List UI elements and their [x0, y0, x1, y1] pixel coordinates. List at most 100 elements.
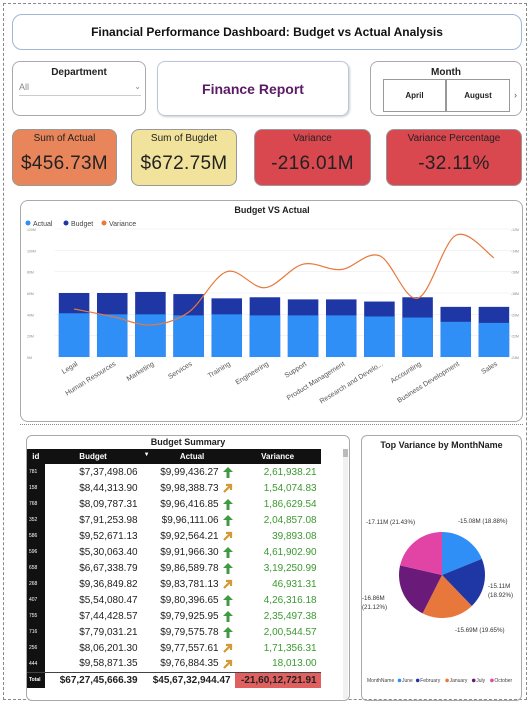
arrow-up-icon: [222, 595, 233, 609]
department-label: Department: [51, 67, 107, 78]
cell-actual: $9,96,111.06: [142, 512, 235, 528]
finance-report-button[interactable]: Finance Report: [157, 61, 349, 116]
table-row[interactable]: 444 $9,58,871.35 $9,76,884.35 18,013.00: [27, 656, 321, 672]
bar-actual[interactable]: [287, 315, 319, 357]
pie-legend-label[interactable]: July: [476, 678, 485, 684]
table-row[interactable]: 158 $8,44,313.90 $9,98,388.73 1,54,074.83: [27, 480, 321, 496]
cell-actual-value: $9,83,781.13: [160, 578, 219, 590]
cell-variance: 2,35,497.38: [263, 610, 317, 622]
bar-actual[interactable]: [364, 316, 395, 357]
month-option-april[interactable]: April: [383, 79, 446, 112]
bar-actual[interactable]: [478, 322, 510, 357]
chart-title: Budget VS Actual: [234, 205, 309, 215]
cell-budget: $5,30,063.40: [79, 546, 138, 558]
budget-summary-title: Budget Summary: [150, 437, 226, 447]
bar-actual[interactable]: [173, 315, 204, 357]
x-tick-label: Engineering: [235, 361, 270, 387]
cell-actual: $9,79,925.95: [142, 608, 235, 624]
cell-id: 658: [27, 560, 45, 576]
cell-budget: $7,91,253.98: [79, 514, 138, 526]
cell-actual-value: $9,91,966.30: [160, 546, 219, 558]
budget-vs-actual-chart: Budget VS Actual Actual Budget Variance 0M 20…: [20, 200, 523, 422]
arrow-up-icon: [222, 611, 233, 625]
cell-actual: $9,99,436.27: [142, 464, 235, 480]
legend-label[interactable]: Variance: [109, 221, 136, 228]
cell-budget: $7,44,428.57: [79, 610, 138, 622]
table-row[interactable]: 755 $7,44,428.57 $9,79,925.95 2,35,497.38: [27, 608, 321, 624]
col-header-id[interactable]: id: [27, 449, 45, 464]
arrow-up-icon: [222, 499, 233, 513]
cell-variance: 1,54,074.83: [263, 482, 317, 494]
sort-desc-icon: ▼: [143, 452, 150, 458]
arrow-up-right-icon: [222, 531, 233, 544]
y-tick-label: 60M: [27, 292, 34, 296]
bar-actual[interactable]: [249, 315, 281, 357]
pie-legend-title: MonthName: [367, 678, 394, 684]
cell-id: 716: [27, 624, 45, 640]
arrow-up-icon: [222, 515, 233, 529]
cell-actual-value: $9,96,111.06: [161, 514, 219, 526]
cell-actual-value: $9,98,388.73: [160, 482, 219, 494]
bar-actual[interactable]: [58, 313, 90, 357]
month-slicer[interactable]: Month April August ›: [370, 61, 522, 116]
bar-actual[interactable]: [211, 314, 243, 357]
table-row[interactable]: 407 $5,54,080.47 $9,80,396.65 4,26,316.18: [27, 592, 321, 608]
x-tick-label: Services: [167, 360, 194, 380]
scrollbar-thumb[interactable]: [343, 449, 348, 457]
col-header-budget[interactable]: Budget: [44, 449, 142, 464]
legend-marker: [63, 220, 69, 226]
pie-legend-marker: [471, 678, 476, 683]
scrollbar[interactable]: [343, 449, 348, 699]
bar-actual[interactable]: [96, 314, 128, 357]
pie-legend-label[interactable]: February: [420, 678, 441, 684]
y2-tick-label: -24M: [511, 356, 519, 360]
y-tick-label: 80M: [27, 271, 34, 275]
cell-actual: $9,86,589.78: [142, 560, 235, 576]
col-header-actual-label: Actual: [179, 452, 205, 461]
department-slicer[interactable]: Department All ⌄: [12, 61, 146, 116]
cell-budget: $8,06,201.30: [79, 642, 138, 654]
kpi-card: Variance Percentage -32.11%: [386, 129, 522, 186]
bar-actual[interactable]: [325, 315, 357, 357]
y-tick-label: 20M: [27, 335, 34, 339]
pie-title: Top Variance by MonthName: [380, 440, 503, 450]
cell-id: 158: [27, 480, 45, 496]
table-row[interactable]: 596 $5,30,063.40 $9,91,966.30 4,61,902.90: [27, 544, 321, 560]
x-tick-label: Accounting: [390, 361, 423, 385]
pie-data-label: -16.86M: [362, 595, 385, 602]
col-header-variance[interactable]: Variance: [234, 449, 321, 464]
cell-actual-value: $9,92,564.21: [160, 530, 219, 542]
legend-marker: [25, 220, 31, 226]
pie-legend-label[interactable]: June: [402, 678, 413, 684]
kpi-card: Sum of Actual $456.73M: [12, 129, 117, 186]
table-row[interactable]: 658 $6,67,338.79 $9,86,589.78 3,19,250.99: [27, 560, 321, 576]
table-row[interactable]: 352 $7,91,253.98 $9,96,111.06 2,04,857.08: [27, 512, 321, 528]
kpi-value: -32.11%: [418, 153, 490, 174]
table-row[interactable]: 586 $9,52,671.13 $9,92,564.21 39,893.08: [27, 528, 321, 544]
col-header-actual[interactable]: ▼ Actual: [141, 449, 235, 464]
cell-id: 586: [27, 528, 45, 544]
cell-variance: 1,86,629.54: [263, 498, 317, 510]
month-option-august[interactable]: August: [446, 79, 510, 112]
pie-legend-label[interactable]: October: [494, 678, 512, 684]
department-dropdown[interactable]: All ⌄: [19, 82, 141, 96]
table-row[interactable]: 768 $8,09,787.31 $9,96,416.85 1,86,629.54: [27, 496, 321, 512]
bar-actual[interactable]: [402, 317, 433, 357]
legend-label[interactable]: Budget: [71, 221, 93, 228]
table-row[interactable]: 716 $7,79,031.21 $9,79,575.78 2,00,544.57: [27, 624, 321, 640]
table-row[interactable]: 268 $9,36,849.82 $9,83,781.13 46,931.31: [27, 576, 321, 592]
pie-data-label: -15.08M (18.88%): [458, 518, 508, 525]
bar-actual[interactable]: [135, 314, 166, 357]
chevron-right-icon[interactable]: ›: [514, 90, 517, 100]
cell-id: 256: [27, 640, 45, 656]
bar-actual[interactable]: [440, 321, 472, 357]
legend-label[interactable]: Actual: [33, 221, 53, 228]
table-row[interactable]: 256 $8,06,201.30 $9,77,557.61 1,71,356.31: [27, 640, 321, 656]
pie-legend-label[interactable]: January: [450, 678, 468, 684]
budget-summary-table: Budget Summary id Budget ▼ Actual Varianc…: [26, 435, 350, 701]
arrow-up-right-icon: [222, 579, 233, 592]
x-tick-label: Support: [284, 361, 309, 380]
cell-budget: $5,54,080.47: [79, 594, 138, 606]
arrow-up-icon: [222, 467, 233, 481]
table-row[interactable]: 781 $7,37,498.06 $9,99,436.27 2,61,938.21: [27, 464, 321, 480]
